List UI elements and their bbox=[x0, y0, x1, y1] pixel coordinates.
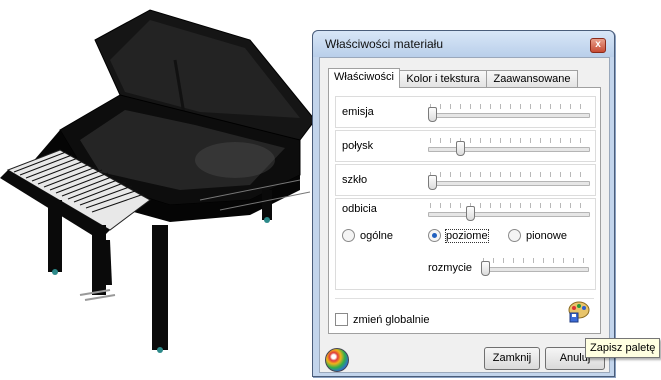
szklo-label: szkło bbox=[342, 174, 368, 186]
radio-poziome[interactable]: poziome bbox=[428, 228, 489, 243]
properties-panel: emisja połysk szkło odbicia ogólne pozio… bbox=[328, 87, 601, 334]
divider bbox=[335, 298, 594, 299]
global-change-label: zmień globalnie bbox=[353, 313, 430, 326]
szklo-slider-thumb[interactable] bbox=[428, 175, 437, 190]
polysk-label: połysk bbox=[342, 140, 374, 152]
szklo-slider[interactable] bbox=[428, 170, 590, 190]
tab-wlasciwosci[interactable]: Właściwości bbox=[328, 68, 400, 88]
save-palette-tooltip: Zapisz paletę bbox=[585, 338, 661, 358]
polysk-slider[interactable] bbox=[428, 136, 590, 156]
radio-ogolne-dot[interactable] bbox=[342, 229, 355, 242]
dialog-title: Właściwości materiału bbox=[325, 37, 444, 51]
radio-pionowe-label: pionowe bbox=[526, 229, 567, 242]
odbicia-group: odbicia ogólne poziome pionowe rozmycie bbox=[335, 198, 596, 290]
emisja-group: emisja bbox=[335, 96, 596, 128]
piano-illustration bbox=[0, 9, 316, 353]
radio-ogolne[interactable]: ogólne bbox=[342, 229, 393, 242]
radio-pionowe-dot[interactable] bbox=[508, 229, 521, 242]
palette-icon[interactable] bbox=[567, 300, 591, 324]
global-change-checkbox[interactable]: zmień globalnie bbox=[335, 313, 429, 326]
tab-zaawansowane[interactable]: Zaawansowane bbox=[486, 70, 578, 88]
rozmycie-label: rozmycie bbox=[428, 262, 473, 274]
polysk-slider-thumb[interactable] bbox=[455, 141, 465, 156]
dialog-client-area: Właściwości Kolor i tekstura Zaawansowan… bbox=[319, 57, 610, 373]
tab-kolor-i-tekstura[interactable]: Kolor i tekstura bbox=[399, 70, 487, 88]
radio-poziome-label: poziome bbox=[445, 228, 489, 243]
radio-poziome-dot[interactable] bbox=[428, 229, 441, 242]
radio-pionowe[interactable]: pionowe bbox=[508, 229, 567, 242]
close-button[interactable]: Zamknij bbox=[484, 347, 540, 370]
dialog-titlebar[interactable]: Właściwości materiału x bbox=[313, 31, 614, 57]
odbicia-slider[interactable] bbox=[428, 201, 590, 221]
close-icon[interactable]: x bbox=[590, 38, 606, 53]
emisja-slider-thumb[interactable] bbox=[428, 107, 437, 122]
global-change-checkbox-box[interactable] bbox=[335, 313, 348, 326]
odbicia-slider-thumb[interactable] bbox=[466, 206, 476, 221]
emisja-label: emisja bbox=[342, 106, 374, 118]
rozmycie-slider-thumb[interactable] bbox=[481, 261, 490, 276]
szklo-group: szkło bbox=[335, 164, 596, 196]
odbicia-label: odbicia bbox=[342, 203, 377, 215]
material-properties-dialog: Właściwości materiału x Właściwości Kolo… bbox=[312, 30, 615, 377]
color-globe-icon[interactable] bbox=[325, 348, 349, 372]
polysk-group: połysk bbox=[335, 130, 596, 162]
radio-ogolne-label: ogólne bbox=[360, 229, 394, 242]
rozmycie-slider[interactable] bbox=[481, 256, 589, 276]
emisja-slider[interactable] bbox=[428, 102, 590, 122]
